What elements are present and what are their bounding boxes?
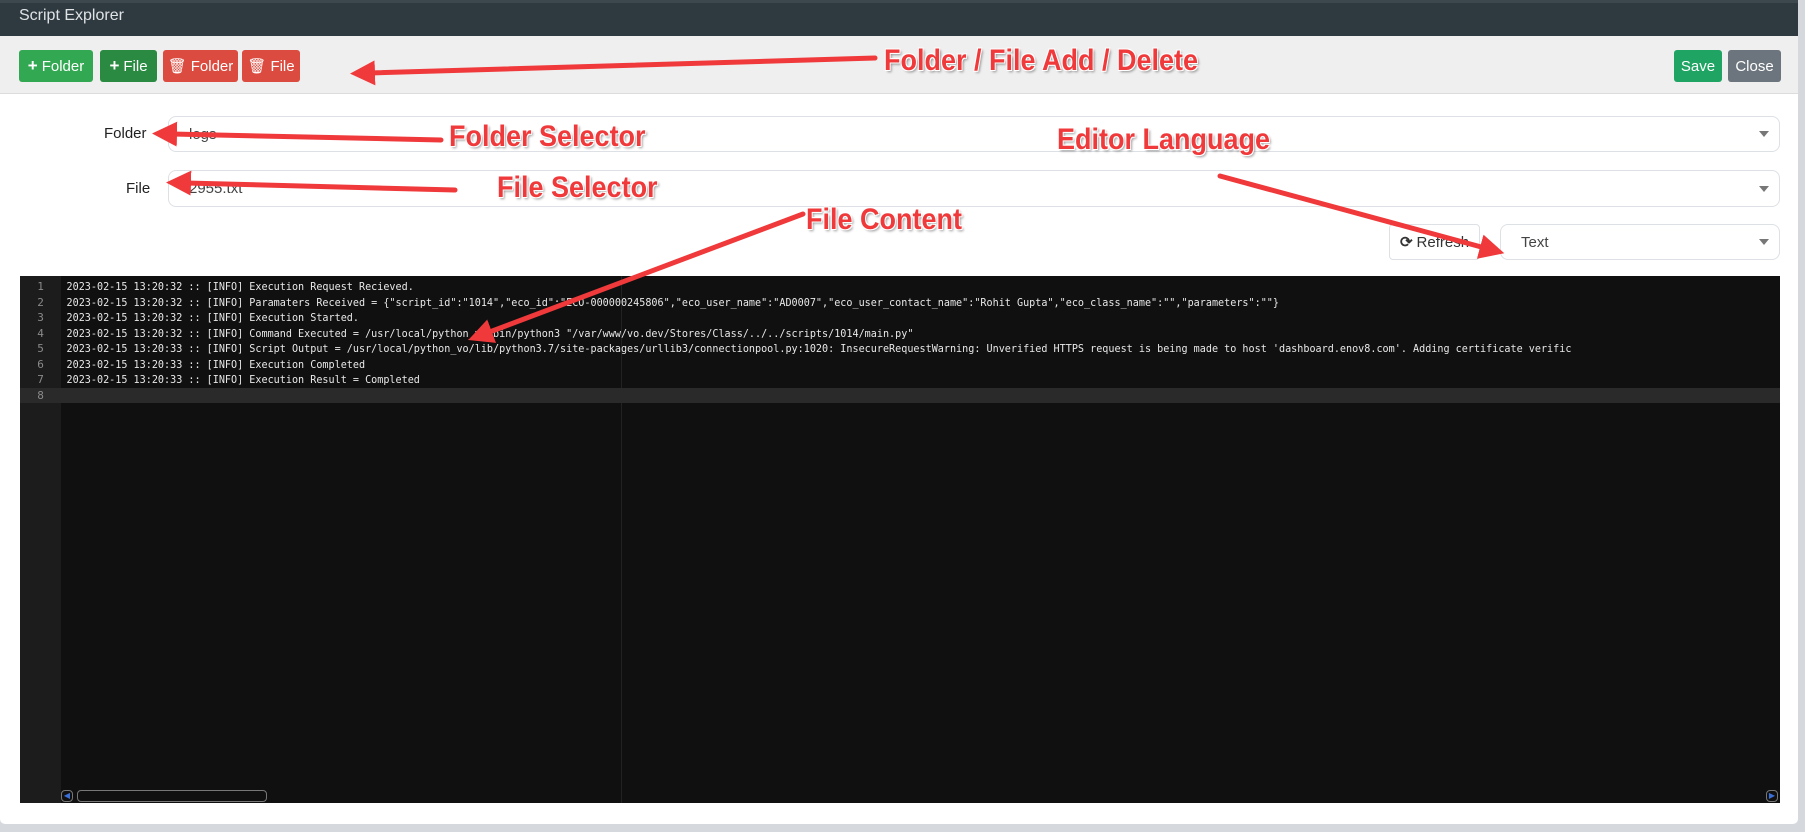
delete-file-button[interactable]: 🗑 File [242, 50, 300, 82]
line-number: 6 [37, 357, 44, 371]
add-folder-button[interactable]: + Folder [19, 50, 93, 82]
add-folder-label: Folder [41, 57, 85, 75]
scroll-right-icon[interactable]: ▶ [1766, 790, 1778, 802]
language-value: Text [1521, 233, 1549, 251]
line-text: 2023-02-15 13:20:33 :: [INFO] Execution … [66, 373, 420, 386]
code-line: 3 2023-02-15 13:20:32 :: [INFO] Execution… [20, 310, 1780, 326]
plus-icon: + [27, 56, 38, 75]
file-value: 2955.txt [189, 180, 243, 197]
folder-label: Folder [104, 125, 147, 142]
scroll-left-icon[interactable]: ◀ [61, 790, 73, 802]
editor-language-select[interactable]: Text [1500, 224, 1780, 260]
line-text: 2023-02-15 13:20:33 :: [INFO] Execution … [66, 357, 366, 371]
script-explorer-dialog: Script Explorer + Folder + File 🗑 Folder 🗑 F… [0, 0, 1798, 824]
annotation-content: File Content [806, 203, 962, 236]
trash-icon: 🗑 [247, 58, 267, 75]
line-number: 8 [37, 388, 44, 402]
delete-folder-label: Folder [190, 57, 234, 75]
refresh-button[interactable]: ⟳ Refresh [1389, 224, 1480, 260]
line-number: 4 [37, 326, 44, 340]
delete-folder-button[interactable]: 🗑 Folder [163, 50, 238, 82]
code-line: 7 2023-02-15 13:20:33 :: [INFO] Execution… [20, 372, 1780, 388]
trash-icon: 🗑 [167, 58, 187, 75]
annotation-folder: Folder Selector [449, 120, 646, 153]
code-line: 8 [20, 387, 1780, 404]
line-number: 1 [37, 280, 44, 293]
refresh-icon: ⟳ [1399, 234, 1413, 251]
line-text: 2023-02-15 13:20:32 :: [INFO] Execution … [66, 280, 414, 293]
annotation-toolbar: Folder / File Add / Delete [884, 44, 1199, 77]
folder-select[interactable]: logs [168, 116, 1780, 152]
code-editor[interactable]: 1 2023-02-15 13:20:32 :: [INFO] Execution… [20, 276, 1780, 803]
annotation-language: Editor Language [1057, 123, 1271, 156]
file-select[interactable]: 2955.txt [168, 170, 1780, 207]
folder-value: logs [189, 125, 217, 143]
delete-file-label: File [270, 57, 295, 75]
line-text: 2023-02-15 13:20:32 :: [INFO] Execution … [66, 311, 359, 324]
horizontal-scrollbar[interactable]: ◀ ▶ [61, 789, 1780, 803]
close-button[interactable]: Close [1728, 50, 1781, 82]
line-number: 7 [37, 373, 44, 386]
add-file-label: File [123, 57, 148, 75]
line-text [61, 388, 67, 404]
line-number: 3 [37, 311, 44, 324]
editor-lines: 1 2023-02-15 13:20:32 :: [INFO] Execution… [20, 279, 1780, 403]
chevron-down-icon [1759, 131, 1769, 137]
window-title: Script Explorer [19, 7, 124, 24]
scrollbar-thumb[interactable] [77, 790, 267, 802]
file-label: File [126, 180, 151, 197]
annotation-file: File Selector [497, 171, 658, 204]
code-line: 5 2023-02-15 13:20:33 :: [INFO] Script Ou… [20, 341, 1780, 357]
chevron-down-icon [1759, 185, 1769, 192]
title-bar: Script Explorer [0, 0, 1798, 36]
code-line: 2 2023-02-15 13:20:32 :: [INFO] Paramater… [20, 295, 1780, 311]
save-button[interactable]: Save [1674, 50, 1722, 82]
line-text: 2023-02-15 13:20:32 :: [INFO] Command Ex… [66, 326, 914, 340]
code-line: 4 2023-02-15 13:20:32 :: [INFO] Command E… [20, 326, 1780, 342]
add-file-button[interactable]: + File [100, 50, 157, 82]
code-line: 1 2023-02-15 13:20:32 :: [INFO] Execution… [20, 279, 1780, 295]
plus-icon: + [109, 56, 120, 75]
chevron-down-icon [1759, 239, 1769, 245]
line-text: 2023-02-15 13:20:32 :: [INFO] Paramaters… [66, 295, 1279, 309]
code-line: 6 2023-02-15 13:20:33 :: [INFO] Execution… [20, 357, 1780, 373]
line-number: 5 [37, 342, 44, 355]
line-text: 2023-02-15 13:20:33 :: [INFO] Script Out… [66, 342, 1572, 355]
line-number: 2 [37, 295, 44, 309]
refresh-label: Refresh [1416, 233, 1470, 251]
